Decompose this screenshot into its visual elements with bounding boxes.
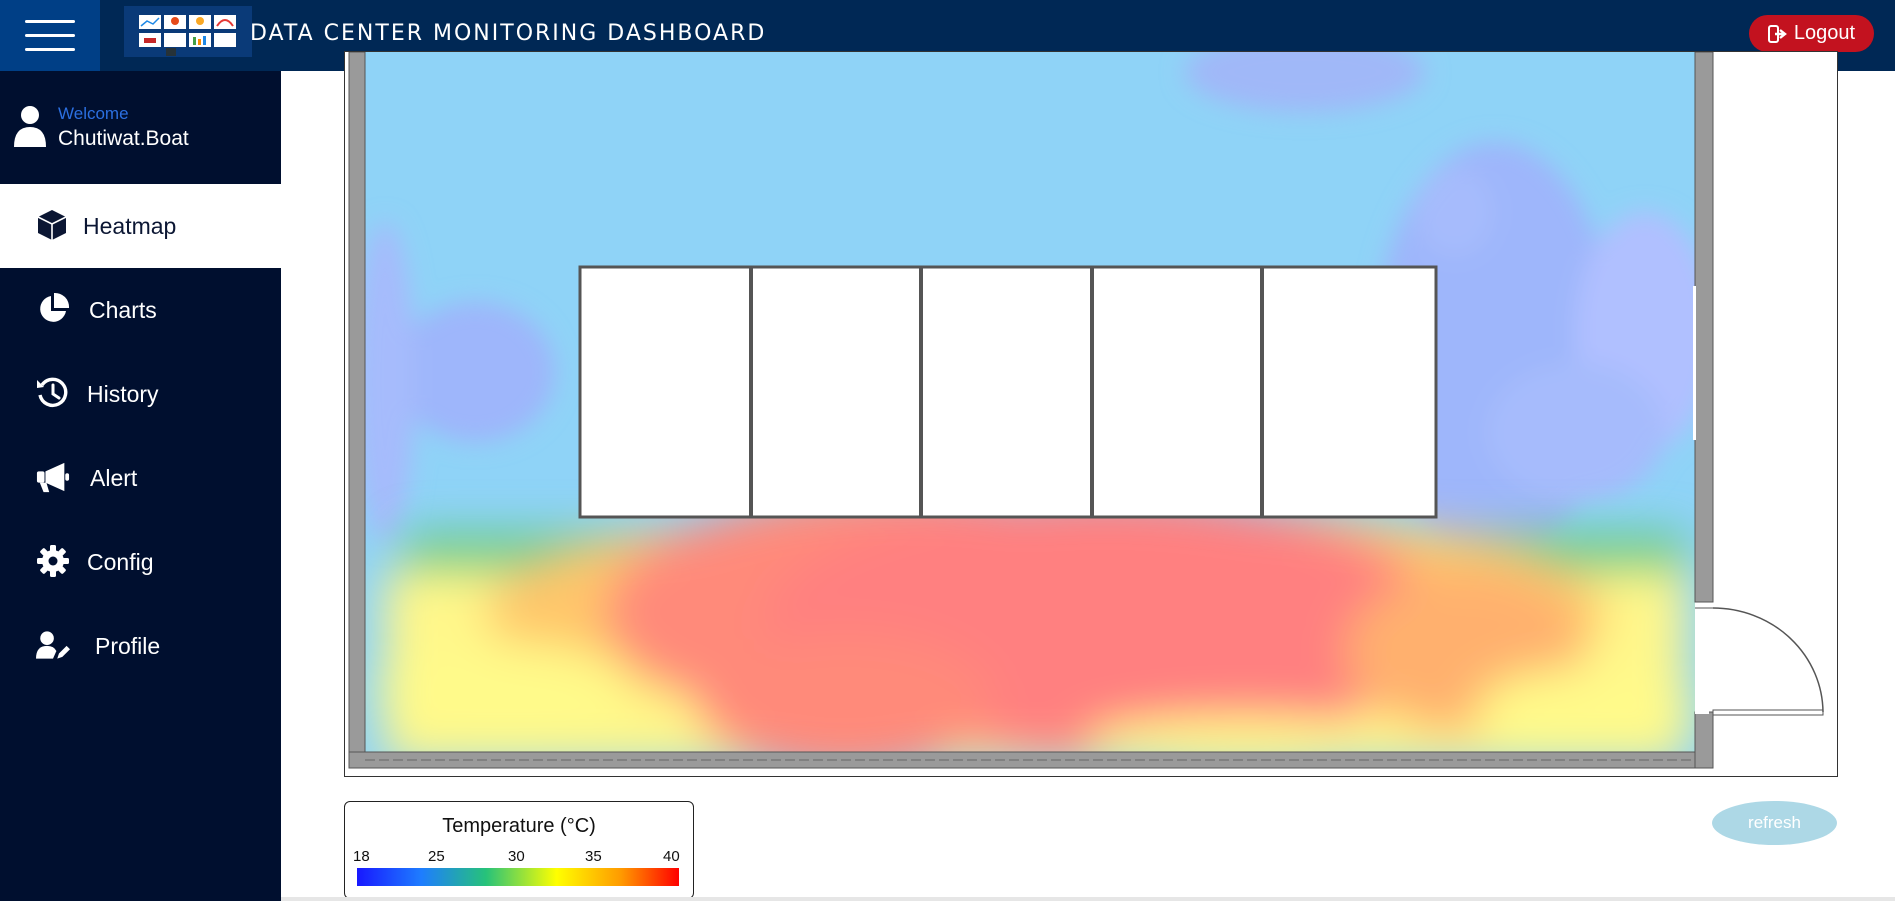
gear-icon <box>36 544 70 578</box>
door <box>1695 604 1824 716</box>
user-edit-icon <box>36 628 70 662</box>
welcome-label: Welcome <box>58 104 129 123</box>
legend-color-scale <box>357 868 679 886</box>
user-panel: Welcome Chutiwat.Boat <box>0 71 281 184</box>
legend-tick: 18 <box>353 848 370 865</box>
sidebar-item-alert[interactable]: Alert <box>0 436 281 520</box>
sidebar-item-label: Profile <box>95 633 161 659</box>
sidebar-item-charts[interactable]: Charts <box>0 268 281 352</box>
legend-tick: 25 <box>428 848 445 865</box>
sidebar-item-heatmap[interactable]: Heatmap <box>0 184 281 268</box>
sidebar-item-label: Config <box>87 549 154 575</box>
username: Chutiwat.Boat <box>58 127 189 150</box>
logout-button[interactable]: Logout <box>1749 15 1874 52</box>
sidebar-item-label: Charts <box>89 297 157 323</box>
pie-chart-icon <box>36 292 70 326</box>
cube-icon <box>35 208 69 242</box>
sidebar-nav: Heatmap Charts History Alert Config Prof… <box>0 184 281 688</box>
sidebar-item-label: History <box>87 381 159 407</box>
hamburger-icon <box>25 20 75 23</box>
legend-tick: 30 <box>508 848 525 865</box>
sidebar-item-profile[interactable]: Profile <box>0 604 281 688</box>
history-icon <box>36 376 70 410</box>
megaphone-icon <box>36 460 70 494</box>
heatmap-floor-plan <box>344 51 1838 777</box>
sidebar-item-label: Alert <box>90 465 138 491</box>
logout-label: Logout <box>1793 22 1856 44</box>
temperature-legend: Temperature (°C) 18 25 30 35 40 <box>344 801 694 899</box>
refresh-button[interactable]: refresh <box>1712 801 1837 845</box>
sign-out-icon <box>1767 24 1787 43</box>
sidebar-item-config[interactable]: Config <box>0 520 281 604</box>
dashboard-logo <box>124 6 252 57</box>
server-racks <box>578 265 1438 519</box>
legend-title: Temperature (°C) <box>442 815 596 837</box>
page-bottom-border <box>281 897 1895 901</box>
user-icon <box>14 106 46 147</box>
sidebar-item-label: Heatmap <box>83 213 177 239</box>
legend-tick: 35 <box>585 848 602 865</box>
sidebar: Welcome Chutiwat.Boat Heatmap Charts His… <box>0 71 281 901</box>
sidebar-item-history[interactable]: History <box>0 352 281 436</box>
legend-tick: 40 <box>663 848 680 865</box>
hamburger-menu-button[interactable] <box>0 0 100 71</box>
